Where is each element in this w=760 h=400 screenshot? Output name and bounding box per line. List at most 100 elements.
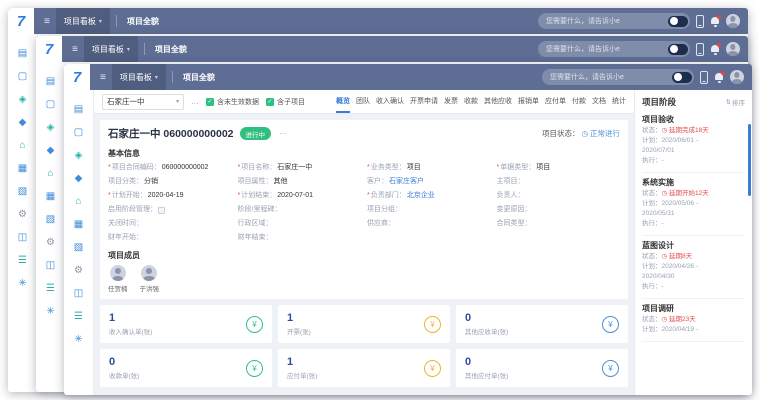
mobile-icon[interactable] (696, 15, 704, 28)
avatar[interactable] (726, 42, 740, 56)
gem-icon[interactable]: ◈ (64, 144, 93, 167)
search-input[interactable]: 您需要什么，请告诉小e (538, 13, 690, 29)
stage-item[interactable]: 项目验收 状态：◷ 延期完成18天 计划：2020/06/01 - 2020/0… (642, 110, 745, 173)
list-icon[interactable]: ☰ (36, 277, 65, 300)
mobile-icon[interactable] (696, 43, 704, 56)
search-input[interactable]: 您需要什么，请告诉小e (542, 69, 694, 85)
document-icon[interactable]: ▧ (64, 236, 93, 259)
tab-payable[interactable]: 应付单 (545, 90, 566, 113)
stage-item[interactable]: 蓝图设计 状态：◷ 延期8天 计划：2020/04/26 - 2020/04/3… (642, 236, 745, 299)
search-input[interactable]: 您需要什么，请告诉小e (538, 41, 690, 57)
monitor-icon[interactable]: ▢ (36, 93, 65, 116)
filter-more-button[interactable]: … (191, 97, 199, 106)
shield-icon[interactable]: ◆ (8, 111, 37, 134)
folder-icon[interactable]: ▤ (64, 98, 93, 121)
field-label: 财年结束： (238, 233, 273, 243)
menu-icon[interactable]: ≡ (100, 72, 106, 83)
board-label: 项目看板 (64, 16, 96, 27)
avatar[interactable] (726, 14, 740, 28)
divider (172, 71, 173, 83)
sort-button[interactable]: ⇅ 排序 (726, 97, 745, 107)
home-icon[interactable]: ⌂ (8, 134, 37, 157)
asterisk-icon[interactable]: ✳ (8, 272, 37, 295)
gear-icon[interactable]: ⚙ (64, 259, 93, 282)
stage-name: 项目调研 (642, 304, 745, 314)
avatar[interactable] (730, 70, 744, 84)
gear-icon[interactable]: ⚙ (8, 203, 37, 226)
tab-receipt[interactable]: 收款 (464, 90, 478, 113)
stage-item[interactable]: 系统实施 状态：◷ 延期开始12天 计划：2020/05/06 - 2020/0… (642, 173, 745, 236)
grid-icon[interactable]: ▦ (64, 213, 93, 236)
stat-card-other-receivable[interactable]: 0 其他应收单(张) ¥ (456, 305, 628, 343)
checkbox-checked-icon: ✓ (206, 98, 214, 106)
bell-icon[interactable] (710, 44, 720, 55)
checkbox-include-inactive[interactable]: ✓ 含未生效数据 (206, 97, 259, 107)
gem-icon[interactable]: ◈ (36, 116, 65, 139)
gear-icon[interactable]: ⚙ (36, 231, 65, 254)
project-select[interactable]: 石家庄一中 ▾ (102, 94, 184, 110)
folder-icon[interactable]: ▤ (36, 70, 65, 93)
scrollbar-thumb[interactable] (748, 124, 751, 196)
stat-card-payable[interactable]: 1 应付单(张) ¥ (278, 349, 450, 387)
monitor-icon[interactable]: ▢ (8, 65, 37, 88)
tab-overview[interactable]: 概览 (336, 90, 350, 113)
asterisk-icon[interactable]: ✳ (64, 328, 93, 351)
mobile-icon[interactable] (700, 71, 708, 84)
home-icon[interactable]: ⌂ (64, 190, 93, 213)
tab-project-overview[interactable]: 项目全貌 (123, 16, 163, 27)
stage-item[interactable]: 项目调研 状态：◷ 延期23天 计划：2020/04/19 - (642, 299, 745, 342)
member[interactable]: 任贺楠 (108, 265, 128, 293)
asterisk-icon[interactable]: ✳ (36, 300, 65, 323)
chart-icon[interactable]: ◫ (64, 282, 93, 305)
assistant-toggle[interactable] (668, 44, 688, 55)
tab-expense[interactable]: 报销单 (518, 90, 539, 113)
board-switcher[interactable]: 项目看板 ▾ (84, 36, 138, 62)
stage-mgmt-checkbox[interactable] (158, 207, 165, 214)
tab-documents[interactable]: 文档 (592, 90, 606, 113)
board-switcher[interactable]: 项目看板 ▾ (112, 64, 166, 90)
folder-icon[interactable]: ▤ (8, 42, 37, 65)
bell-icon[interactable] (710, 16, 720, 27)
app-logo[interactable]: 7 (64, 64, 90, 90)
tab-statistics[interactable]: 统计 (612, 90, 626, 113)
tab-invoice-apply[interactable]: 开票申请 (410, 90, 438, 113)
app-logo[interactable]: 7 (8, 8, 34, 34)
menu-icon[interactable]: ≡ (72, 44, 78, 55)
stat-card-revenue-confirm[interactable]: 1 收入确认单(张) ¥ (100, 305, 272, 343)
tab-invoice[interactable]: 发票 (444, 90, 458, 113)
checkbox-include-subprojects[interactable]: ✓ 含子项目 (266, 97, 305, 107)
menu-icon[interactable]: ≡ (44, 16, 50, 27)
shield-icon[interactable]: ◆ (36, 139, 65, 162)
grid-icon[interactable]: ▦ (8, 157, 37, 180)
tab-project-overview[interactable]: 项目全貌 (151, 44, 191, 55)
document-icon[interactable]: ▧ (36, 208, 65, 231)
stat-card-receipt[interactable]: 0 收款单(张) ¥ (100, 349, 272, 387)
monitor-icon[interactable]: ▢ (64, 121, 93, 144)
stat-card-invoicing[interactable]: 1 开票(张) ¥ (278, 305, 450, 343)
assistant-toggle[interactable] (668, 16, 688, 27)
stat-card-other-payable[interactable]: 0 其他应付单(张) ¥ (456, 349, 628, 387)
more-button[interactable]: ··· (279, 129, 287, 138)
gem-icon[interactable]: ◈ (8, 88, 37, 111)
grid-icon[interactable]: ▦ (36, 185, 65, 208)
bell-icon[interactable] (714, 72, 724, 83)
tab-revenue-confirm[interactable]: 收入确认 (376, 90, 404, 113)
tab-other-receivable[interactable]: 其他应收 (484, 90, 512, 113)
assistant-toggle[interactable] (672, 72, 692, 83)
chart-icon[interactable]: ◫ (8, 226, 37, 249)
list-icon[interactable]: ☰ (8, 249, 37, 272)
home-icon[interactable]: ⌂ (36, 162, 65, 185)
tab-payment[interactable]: 付款 (572, 90, 586, 113)
tab-project-overview[interactable]: 项目全貌 (179, 72, 219, 83)
tab-team[interactable]: 团队 (356, 90, 370, 113)
member[interactable]: 于洪强 (140, 265, 160, 293)
list-icon[interactable]: ☰ (64, 305, 93, 328)
shield-icon[interactable]: ◆ (64, 167, 93, 190)
document-icon[interactable]: ▧ (8, 180, 37, 203)
customer-link[interactable]: 石家庄客户 (389, 177, 424, 187)
chart-icon[interactable]: ◫ (36, 254, 65, 277)
board-switcher[interactable]: 项目看板 ▾ (56, 8, 110, 34)
department-link[interactable]: 北京企业 (407, 191, 435, 201)
app-logo[interactable]: 7 (36, 36, 62, 62)
sort-label: 排序 (732, 97, 745, 107)
